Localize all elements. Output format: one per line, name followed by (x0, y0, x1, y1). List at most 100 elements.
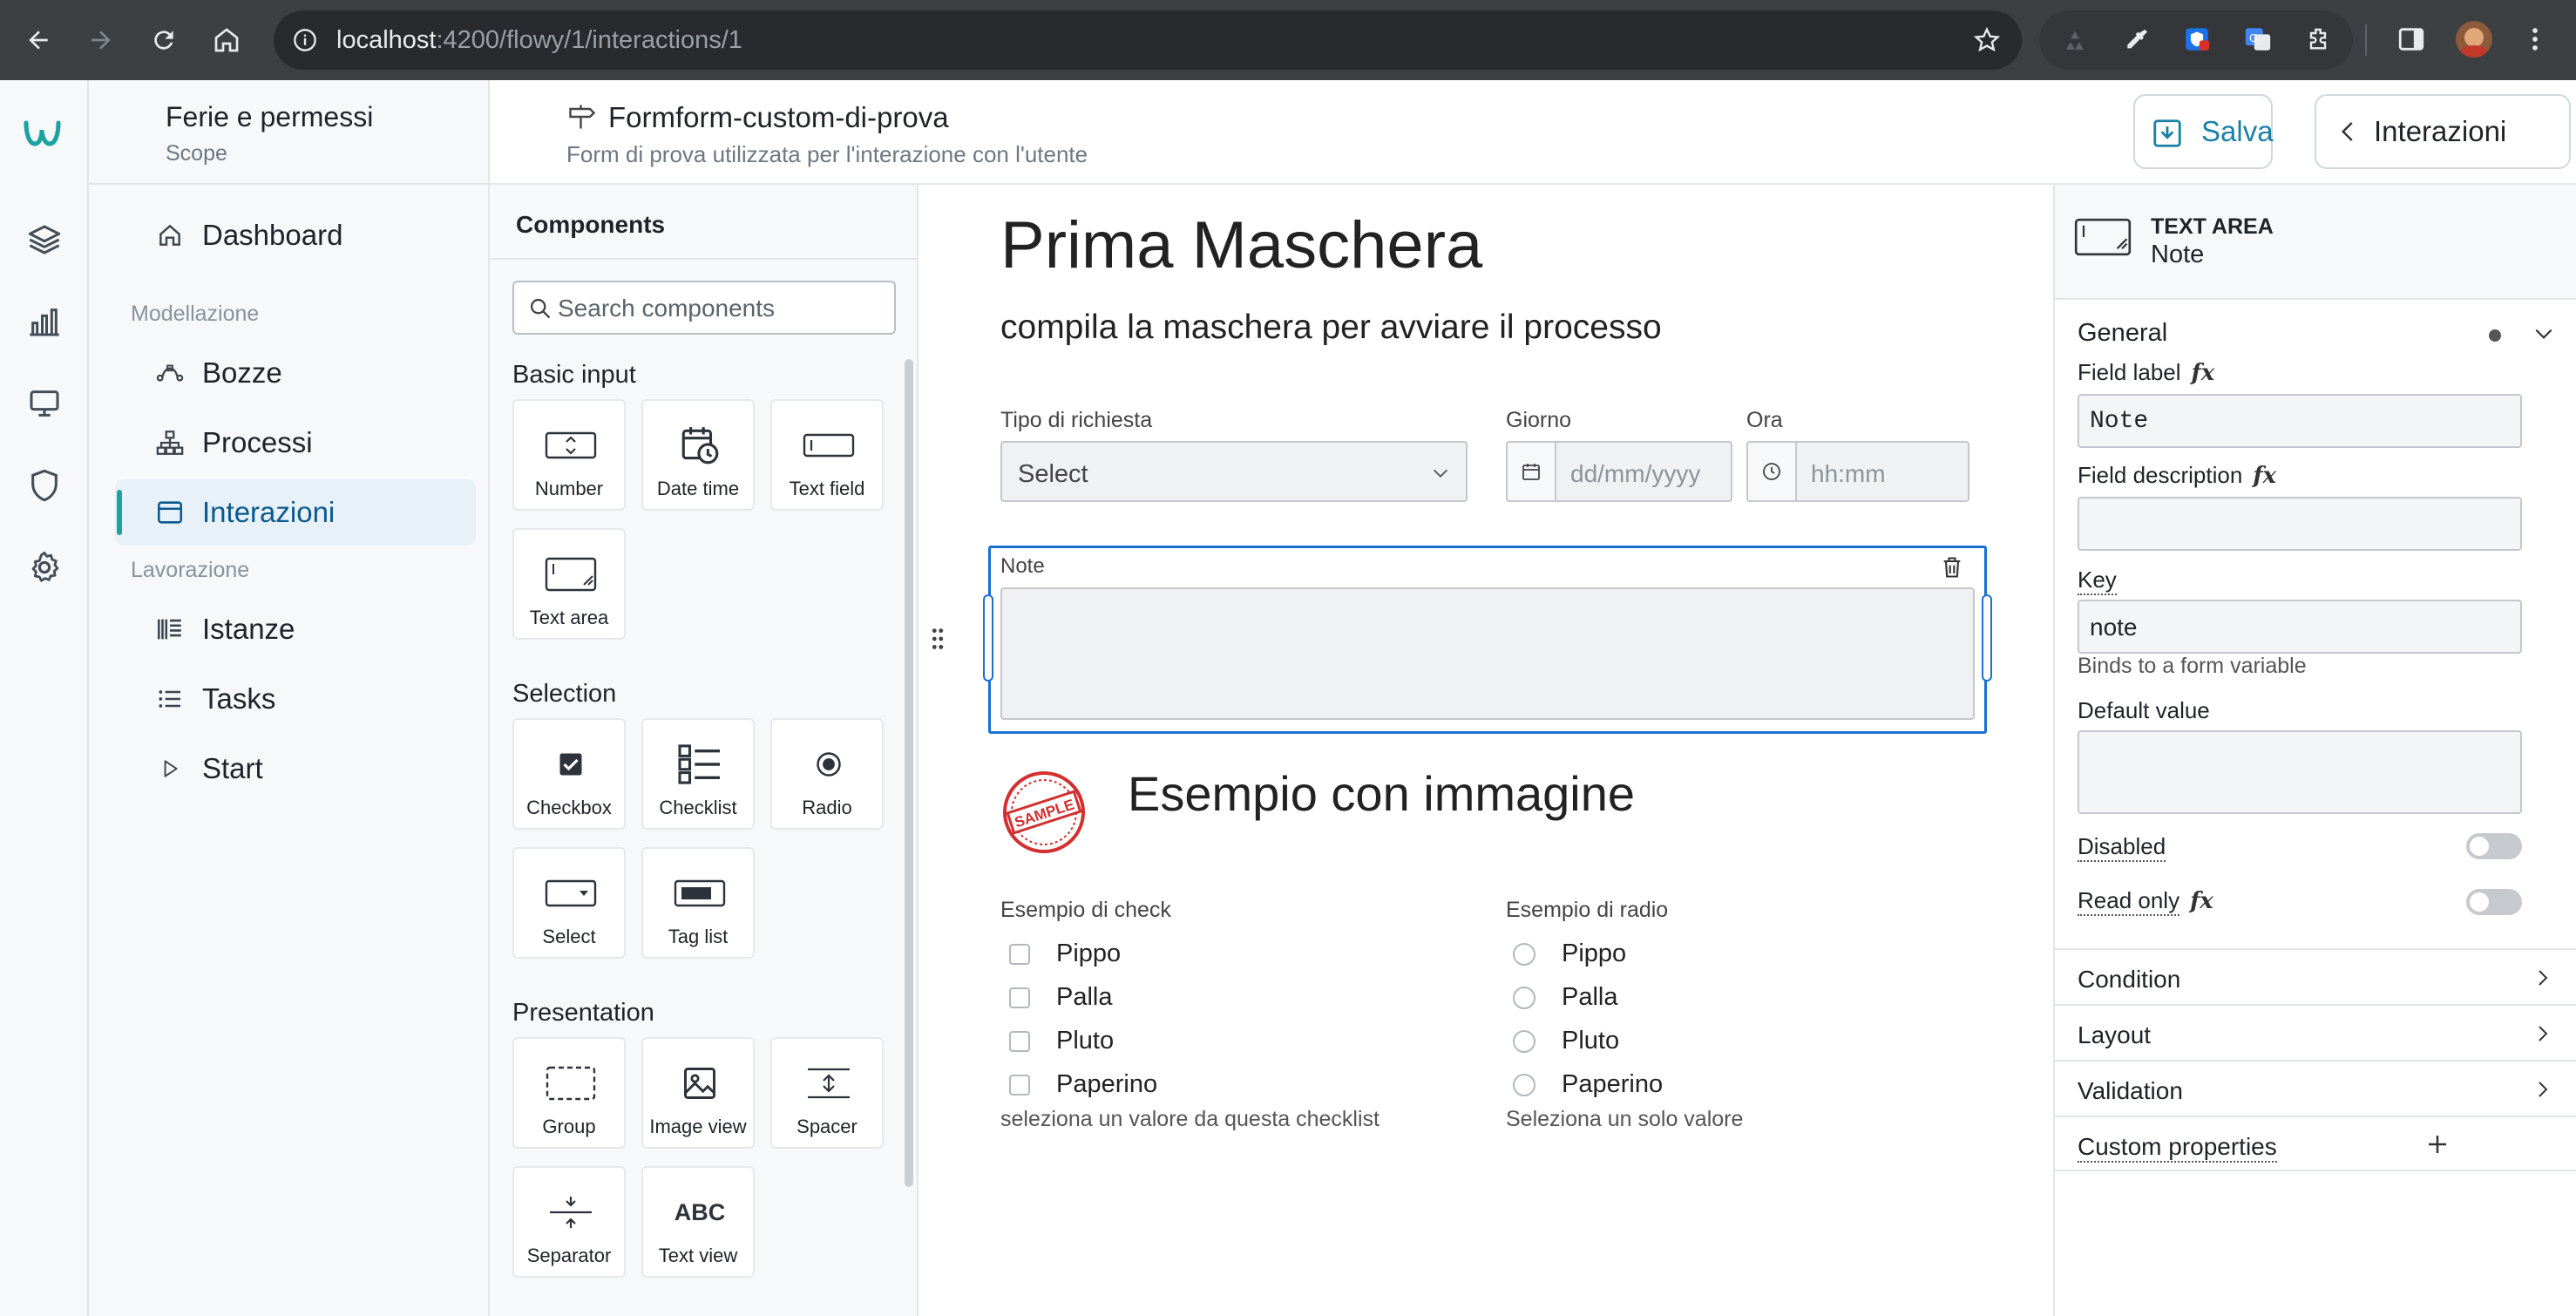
component-radio[interactable]: Radio (770, 718, 884, 830)
key-input[interactable]: note (2078, 600, 2522, 654)
side-panel-icon[interactable] (2396, 24, 2426, 54)
palette-scrollbar[interactable] (905, 359, 913, 1187)
extensions-puzzle-icon[interactable] (2304, 26, 2332, 54)
radio-option[interactable]: Palla (1513, 983, 1618, 1012)
expression-fx-icon[interactable]: fx (2192, 360, 2215, 386)
checkbox[interactable] (1009, 987, 1030, 1008)
component-select[interactable]: Select (512, 847, 626, 959)
component-checklist[interactable]: Checklist (641, 718, 755, 830)
ora-input[interactable]: hh:mm (1795, 441, 1969, 502)
tile-label: Separator (526, 1245, 612, 1266)
component-datetime[interactable]: Date time (641, 399, 755, 511)
reload-icon[interactable] (143, 19, 185, 61)
plus-icon[interactable] (2424, 1131, 2451, 1157)
back-icon[interactable] (17, 19, 59, 61)
list-icon (155, 684, 185, 714)
checkbox[interactable] (1009, 943, 1030, 965)
radio[interactable] (1513, 1029, 1535, 1053)
monitor-icon[interactable] (23, 382, 66, 425)
bezier-curve-icon (155, 358, 185, 388)
nav-item-interazioni[interactable]: Interazioni (115, 479, 476, 546)
nav-item-bozze[interactable]: Bozze (115, 340, 476, 406)
disabled-toggle[interactable] (2466, 833, 2522, 859)
site-info-icon[interactable] (293, 28, 317, 52)
component-spacer[interactable]: Spacer (770, 1037, 884, 1149)
nav-item-istanze[interactable]: Istanze (115, 596, 476, 662)
select-dropdown-icon (543, 870, 599, 917)
component-textview[interactable]: ABC Text view (641, 1166, 755, 1278)
shield-extension-icon[interactable] (2182, 24, 2212, 54)
radio[interactable] (1513, 1073, 1535, 1096)
tipo-select[interactable]: Select (1000, 441, 1468, 502)
tile-label: Date time (656, 478, 740, 499)
radio-option[interactable]: Pippo (1513, 940, 1626, 968)
custom-properties-section[interactable]: Custom properties (2055, 1116, 2576, 1171)
read-only-toggle[interactable] (2466, 889, 2522, 915)
drag-handle-icon[interactable] (929, 626, 946, 652)
settings-gear-icon[interactable] (23, 546, 66, 589)
radio[interactable] (1513, 942, 1535, 966)
nav-item-start[interactable]: Start (115, 736, 476, 802)
trash-icon[interactable] (1940, 554, 1966, 582)
giorno-input[interactable]: dd/mm/yyyy (1555, 441, 1732, 502)
bar-chart-icon[interactable] (23, 300, 66, 343)
back-to-interazioni-button[interactable]: Interazioni (2315, 94, 2571, 169)
validation-section[interactable]: Validation (2055, 1060, 2576, 1116)
check-option[interactable]: Paperino (1009, 1070, 1157, 1099)
component-imageview[interactable]: Image view (641, 1037, 755, 1149)
component-separator[interactable]: Separator (512, 1166, 626, 1278)
radio-option[interactable]: Paperino (1513, 1070, 1663, 1099)
checkbox[interactable] (1009, 1074, 1030, 1096)
nav-item-tasks[interactable]: Tasks (115, 666, 476, 732)
checkbox[interactable] (1009, 1030, 1030, 1052)
bookmark-star-icon[interactable] (1973, 26, 2001, 54)
general-section-header[interactable]: General (2078, 314, 2562, 352)
check-option[interactable]: Pluto (1009, 1027, 1114, 1055)
resize-handle-left[interactable] (983, 594, 993, 682)
chevron-down-icon (1431, 464, 1450, 483)
resize-handle-right[interactable] (1982, 594, 1992, 682)
layout-section[interactable]: Layout (2055, 1004, 2576, 1060)
window-icon (155, 498, 185, 527)
giorno-date-field[interactable]: dd/mm/yyyy (1506, 441, 1732, 502)
profile-avatar[interactable] (2456, 21, 2492, 58)
field-label-input[interactable]: Note (2078, 394, 2522, 448)
radio[interactable] (1513, 986, 1535, 1009)
radio-option[interactable]: Pluto (1513, 1027, 1619, 1055)
field-description-input[interactable] (2078, 497, 2522, 551)
sample-stamp-image: SAMPLE (1000, 769, 1088, 856)
shield-icon[interactable] (23, 464, 66, 507)
save-button[interactable]: Salva (2133, 94, 2274, 169)
barcode-list-icon (155, 614, 185, 644)
component-number[interactable]: Number (512, 399, 626, 511)
ora-time-field[interactable]: hh:mm (1746, 441, 1969, 502)
nav-item-processi[interactable]: Processi (115, 410, 476, 476)
app-logo-icon[interactable] (23, 112, 66, 155)
extension-recycle-icon[interactable] (2062, 28, 2088, 54)
default-value-caption: Default value (2078, 697, 2210, 723)
translate-icon[interactable]: G (2243, 24, 2273, 54)
expression-fx-icon[interactable]: fx (2190, 888, 2213, 914)
address-bar[interactable]: localhost:4200/flowy/1/interactions/1 (274, 10, 2022, 70)
browser-menu-icon[interactable] (2520, 24, 2550, 54)
radio-help-text: Seleziona un solo valore (1506, 1107, 1744, 1131)
default-value-textarea[interactable] (2078, 730, 2522, 814)
option-label: Pippo (1562, 940, 1627, 967)
component-checkbox[interactable]: Checkbox (512, 718, 626, 830)
forward-icon[interactable] (80, 19, 122, 61)
search-input[interactable] (558, 289, 889, 328)
eyedropper-icon[interactable] (2123, 26, 2151, 54)
clock-icon (1746, 441, 1797, 502)
component-textarea[interactable]: Text area (512, 528, 626, 640)
check-option[interactable]: Pippo (1009, 940, 1121, 968)
nav-item-dashboard[interactable]: Dashboard (115, 202, 476, 268)
component-textfield[interactable]: Text field (770, 399, 884, 511)
note-textarea[interactable] (1000, 587, 1975, 720)
layers-icon[interactable] (23, 218, 66, 261)
check-option[interactable]: Palla (1009, 983, 1113, 1012)
component-taglist[interactable]: Tag list (641, 847, 755, 959)
condition-section[interactable]: Condition (2055, 948, 2576, 1004)
component-group[interactable]: Group (512, 1037, 626, 1149)
expression-fx-icon[interactable]: fx (2253, 463, 2276, 489)
home-icon[interactable] (206, 19, 247, 61)
